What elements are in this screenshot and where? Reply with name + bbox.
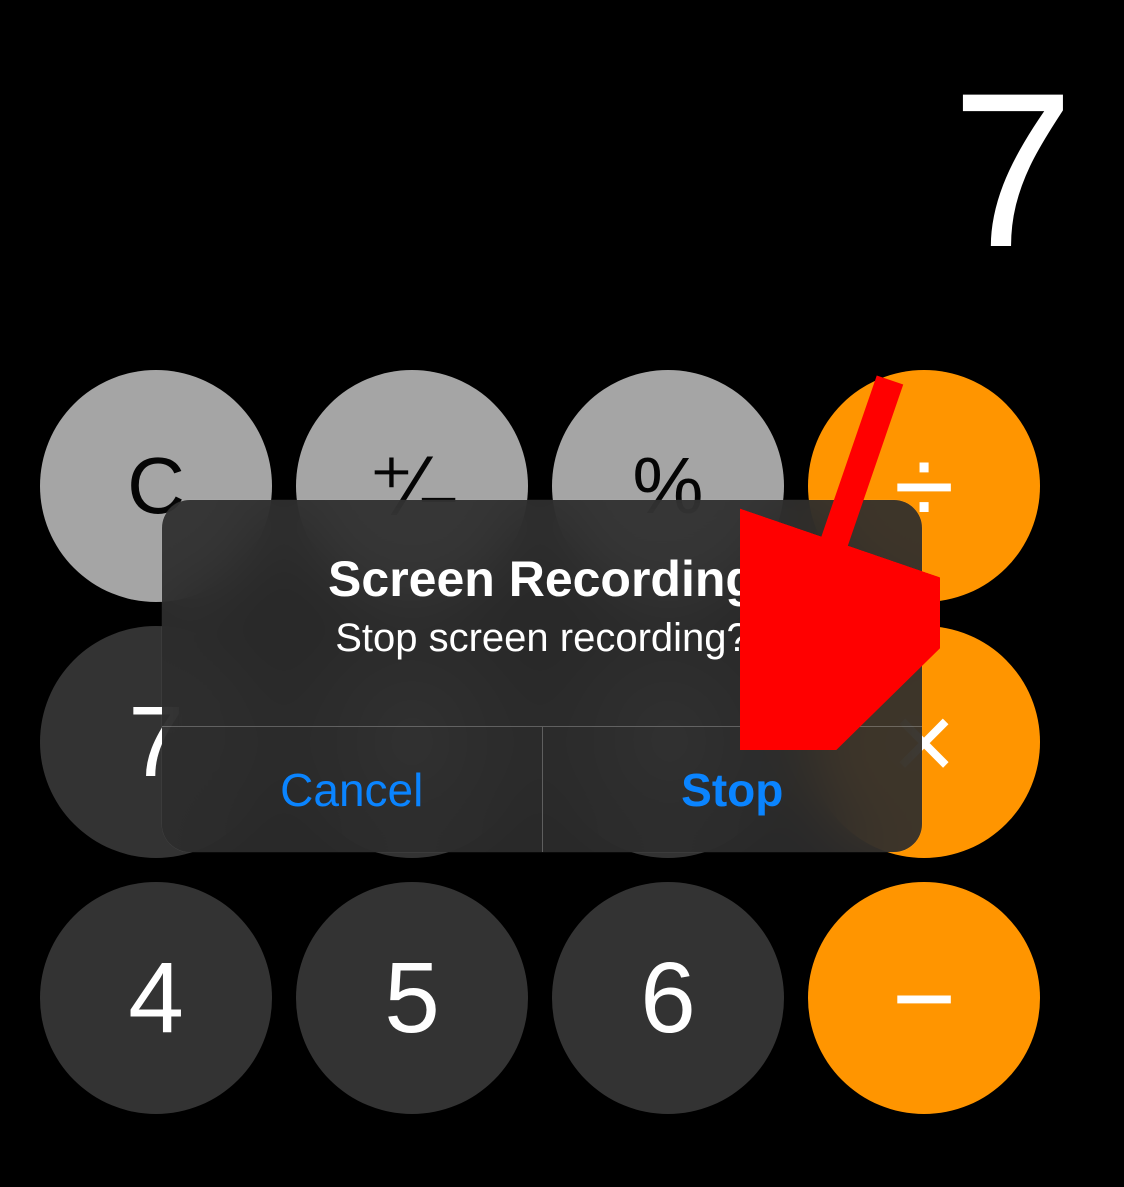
stop-button[interactable]: Stop [542, 727, 923, 852]
alert-buttons: Cancel Stop [162, 726, 922, 852]
minus-button[interactable]: − [808, 882, 1040, 1114]
alert-title: Screen Recording [192, 550, 892, 608]
alert-message: Stop screen recording? [192, 616, 892, 661]
digit-5-button[interactable]: 5 [296, 882, 528, 1114]
cancel-button[interactable]: Cancel [162, 727, 542, 852]
digit-6-button[interactable]: 6 [552, 882, 784, 1114]
calculator-display: 7 [0, 0, 1124, 320]
alert-body: Screen Recording Stop screen recording? [162, 500, 922, 701]
digit-4-button[interactable]: 4 [40, 882, 272, 1114]
display-value: 7 [952, 60, 1074, 280]
screen-recording-alert: Screen Recording Stop screen recording? … [162, 500, 922, 852]
